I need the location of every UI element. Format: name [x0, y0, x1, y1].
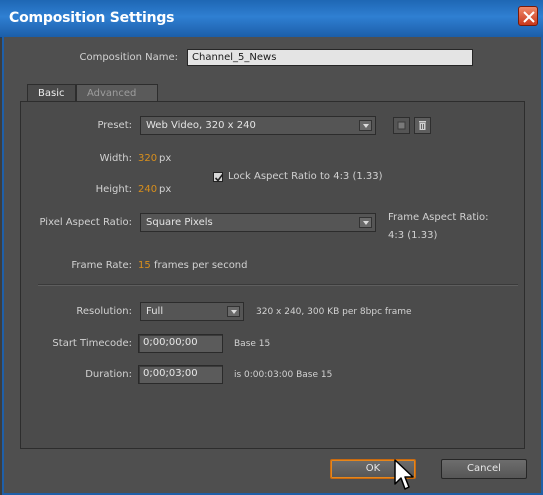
tab-basic-label: Basic: [38, 88, 65, 99]
tab-advanced-label: Advanced: [87, 88, 137, 99]
save-preset-button[interactable]: [393, 117, 410, 134]
tab-advanced[interactable]: Advanced: [76, 84, 158, 102]
resolution-label: Resolution:: [76, 306, 132, 317]
resolution-dropdown[interactable]: Full: [140, 302, 244, 321]
duration-info: is 0:00:03:00 Base 15: [234, 370, 333, 380]
width-label: Width:: [99, 153, 132, 164]
start-timecode-input[interactable]: 0;00;00;00: [138, 334, 223, 353]
pixel-aspect-label: Pixel Aspect Ratio:: [39, 217, 133, 228]
frame-rate-unit: frames per second: [154, 260, 248, 271]
duration-label: Duration:: [85, 369, 132, 380]
window-title: Composition Settings: [9, 10, 175, 26]
trash-icon: [419, 121, 426, 130]
height-value[interactable]: 240: [138, 184, 157, 195]
height-unit: px: [159, 184, 172, 195]
resolution-value: Full: [146, 306, 164, 317]
cursor-arrow-icon: [394, 459, 414, 490]
height-label: Height:: [95, 184, 132, 195]
close-icon: [523, 11, 535, 23]
title-bar[interactable]: Composition Settings: [0, 0, 543, 38]
preset-value: Web Video, 320 x 240: [146, 120, 256, 131]
width-unit: px: [159, 153, 172, 164]
pixel-aspect-dropdown[interactable]: Square Pixels: [140, 213, 376, 232]
close-button[interactable]: [518, 6, 538, 26]
checkmark-icon: [214, 174, 224, 182]
frame-aspect-label: Frame Aspect Ratio:: [388, 212, 489, 223]
lock-aspect-checkbox[interactable]: [213, 172, 224, 182]
frame-aspect-value: 4:3 (1.33): [388, 230, 438, 241]
save-icon: [397, 121, 406, 130]
divider: [38, 284, 518, 286]
tab-basic[interactable]: Basic: [27, 84, 76, 102]
width-value[interactable]: 320: [138, 153, 157, 164]
chevron-down-icon: [359, 217, 372, 228]
start-timecode-label: Start Timecode:: [52, 338, 132, 349]
chevron-down-icon: [227, 306, 240, 317]
comp-name-input[interactable]: Channel_5_News: [187, 49, 473, 66]
preset-dropdown[interactable]: Web Video, 320 x 240: [140, 116, 376, 135]
duration-input[interactable]: 0;00;03;00: [138, 365, 223, 384]
preset-label: Preset:: [97, 120, 132, 131]
pixel-aspect-value: Square Pixels: [146, 217, 213, 228]
resolution-info: 320 x 240, 300 KB per 8bpc frame: [256, 307, 412, 317]
frame-rate-label: Frame Rate:: [71, 260, 132, 271]
comp-name-label: Composition Name:: [79, 52, 178, 63]
frame-rate-value[interactable]: 15: [138, 260, 151, 271]
start-timecode-info: Base 15: [234, 339, 271, 349]
delete-preset-button[interactable]: [414, 117, 431, 134]
cancel-button[interactable]: Cancel: [441, 459, 527, 479]
lock-aspect-label: Lock Aspect Ratio to 4:3 (1.33): [228, 171, 383, 182]
chevron-down-icon: [359, 120, 372, 131]
